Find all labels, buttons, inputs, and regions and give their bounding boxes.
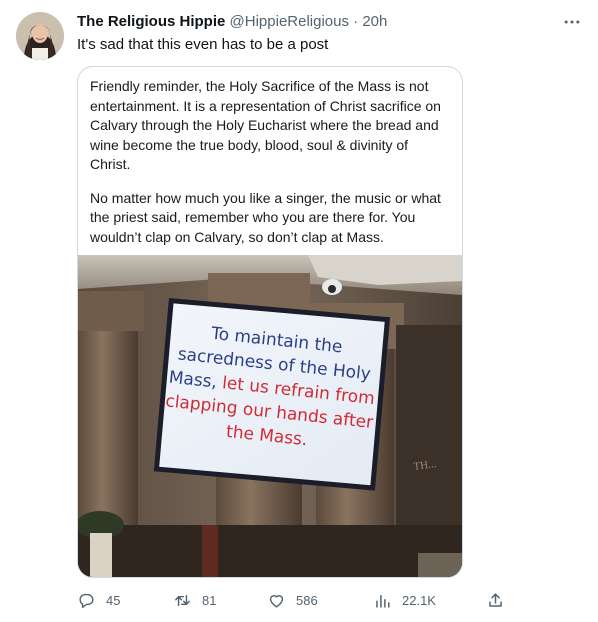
tweet-header: The Religious Hippie @HippieReligious · … [77,12,387,32]
tweet[interactable]: The Religious Hippie @HippieReligious · … [0,0,598,622]
like-count: 586 [296,592,318,608]
reply-icon [79,593,94,608]
author-name[interactable]: The Religious Hippie [77,13,225,30]
views-button[interactable]: 22.1K [373,588,436,612]
retweet-button[interactable]: 81 [173,588,216,612]
retweet-count: 81 [202,592,217,608]
share-button[interactable] [483,588,507,612]
quoted-image-text: Friendly reminder, the Holy Sacrifice of… [90,77,450,247]
timestamp[interactable]: 20h [362,13,387,30]
reply-count: 45 [106,592,121,608]
tweet-text: It's sad that this even has to be a post [77,36,329,53]
author-handle[interactable]: @HippieReligious [230,13,349,30]
tweet-actions: 45 81 586 22.1K [77,588,507,612]
views-chart-icon [376,594,390,608]
retweet-icon [175,594,190,606]
avatar[interactable] [16,12,64,60]
separator-dot: · [353,13,359,30]
quoted-image-card[interactable]: Friendly reminder, the Holy Sacrifice of… [77,66,463,578]
views-count: 22.1K [402,592,436,608]
avatar-image [16,12,64,60]
quote-paragraph-2: No matter how much you like a singer, th… [90,189,441,245]
more-horizontal-icon[interactable] [562,12,582,32]
quote-paragraph-1: Friendly reminder, the Holy Sacrifice of… [90,78,441,172]
like-button[interactable]: 586 [267,588,318,612]
share-icon [488,592,502,607]
reply-button[interactable]: 45 [77,588,120,612]
heart-icon [269,594,284,608]
church-screen-photo: TH... To maintain the sacredness of the H… [78,255,462,577]
